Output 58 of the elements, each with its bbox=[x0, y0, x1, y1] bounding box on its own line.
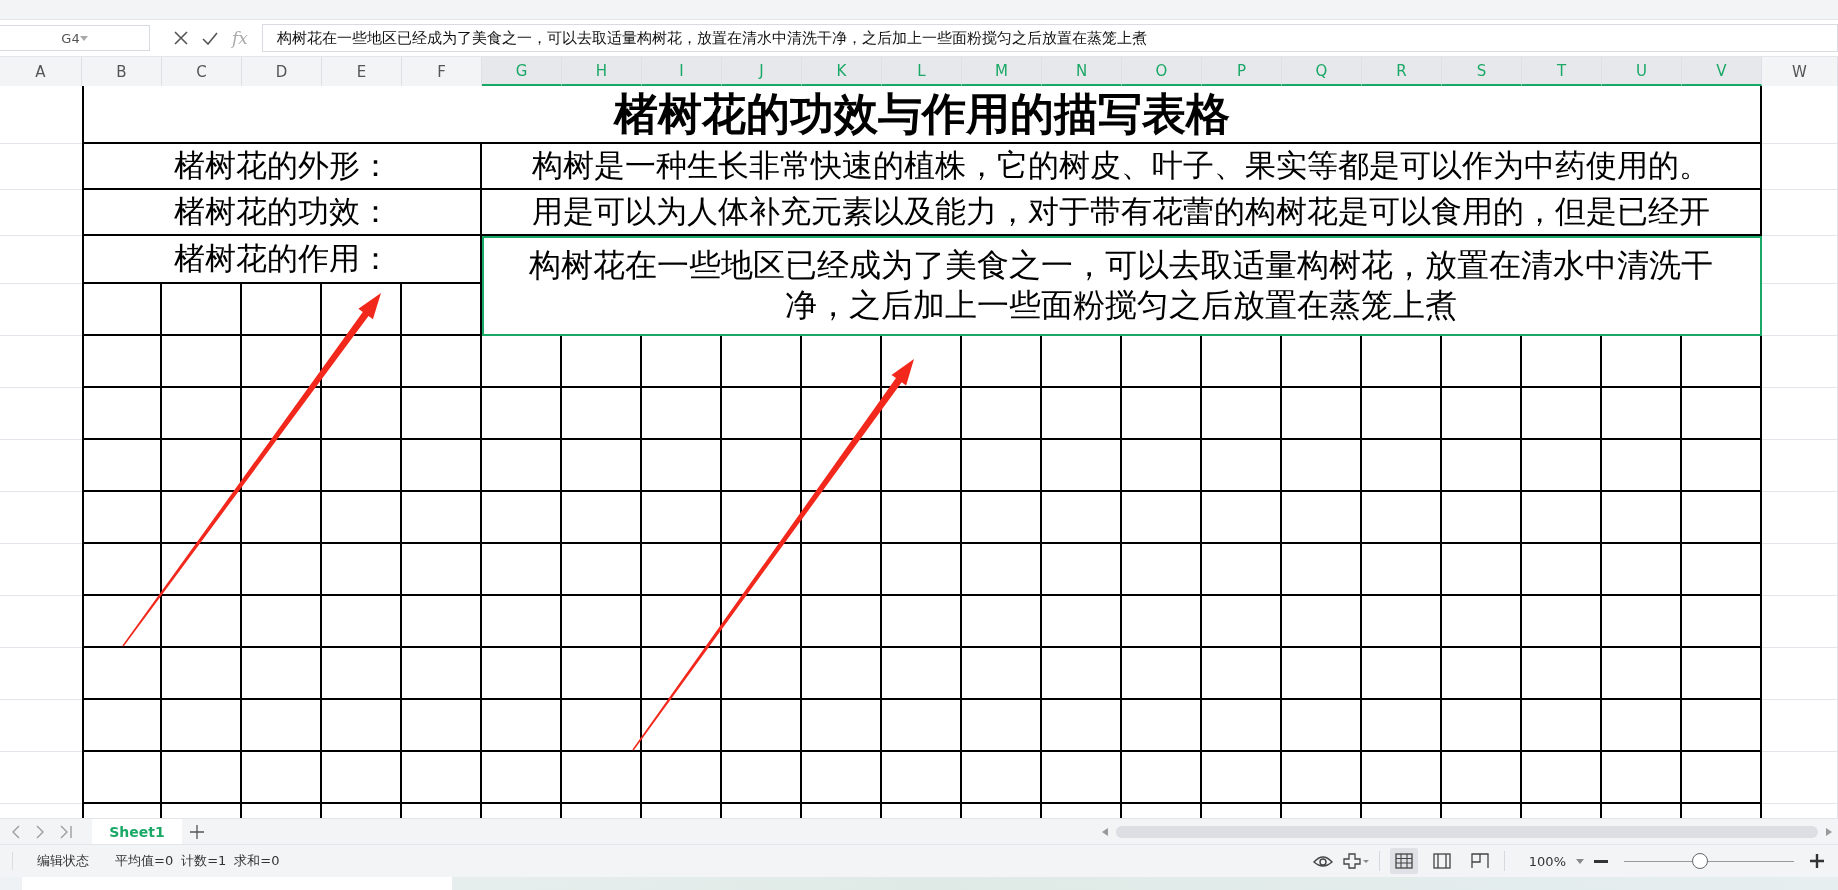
sheet-title: 楮树花的功效与作用的描写表格 bbox=[82, 86, 1762, 144]
previous-icon[interactable] bbox=[12, 824, 20, 839]
view-mode-button[interactable] bbox=[1389, 848, 1418, 874]
check-icon[interactable] bbox=[202, 31, 218, 45]
column-header[interactable]: P bbox=[1202, 57, 1282, 86]
sheet-tab[interactable]: Sheet1 bbox=[92, 819, 182, 844]
status-stat: 平均值=0 bbox=[115, 852, 174, 870]
caret-icon[interactable] bbox=[1576, 858, 1584, 864]
zoom-in-icon[interactable] bbox=[1810, 854, 1824, 868]
column-header[interactable]: A bbox=[0, 57, 82, 86]
column-header[interactable]: S bbox=[1442, 57, 1522, 86]
status-stat: 计数=1 bbox=[181, 852, 227, 870]
column-header[interactable]: K bbox=[802, 57, 882, 86]
eye-icon[interactable] bbox=[1312, 854, 1333, 868]
caret-icon bbox=[79, 35, 88, 41]
columns-icon bbox=[1432, 853, 1451, 869]
close-icon[interactable] bbox=[174, 31, 188, 45]
column-header[interactable]: M bbox=[962, 57, 1042, 86]
column-header[interactable]: B bbox=[82, 57, 162, 86]
zoom-level[interactable]: 100% bbox=[1528, 853, 1566, 869]
column-header[interactable]: W bbox=[1762, 57, 1838, 86]
column-header[interactable]: C bbox=[162, 57, 242, 86]
left-icon[interactable] bbox=[1102, 827, 1108, 836]
status-mode: 编辑状态 bbox=[12, 852, 89, 870]
column-header[interactable]: D bbox=[242, 57, 322, 86]
cross-grid-icon[interactable] bbox=[1342, 853, 1369, 869]
row-label: 楮树花的作用： bbox=[82, 236, 482, 284]
zoom-out-icon[interactable] bbox=[1594, 859, 1608, 863]
cell-text: 用是可以为人体补充元素以及能力，对于带有花蕾的构树花是可以食用的，但是已经开 bbox=[482, 190, 1762, 236]
grid-icon bbox=[1394, 853, 1413, 869]
last-icon[interactable] bbox=[60, 824, 72, 839]
column-header[interactable]: Q bbox=[1282, 57, 1362, 86]
column-header[interactable]: O bbox=[1122, 57, 1202, 86]
function-button[interactable]: fx bbox=[232, 28, 248, 48]
column-header[interactable]: E bbox=[322, 57, 402, 86]
layout-icon bbox=[1470, 853, 1489, 869]
cell-text: 构树花在一些地区已经成为了美食之一，可以去取适量构树花，放置在清水中清洗干净，之后加上一些面粉搅匀之后放置在蒸笼上煮 bbox=[482, 236, 1762, 336]
column-header[interactable]: G bbox=[482, 57, 562, 86]
slider-thumb[interactable] bbox=[1691, 853, 1708, 869]
status-stat: 求和=0 bbox=[234, 852, 280, 870]
add-icon[interactable] bbox=[190, 824, 204, 839]
column-header[interactable]: N bbox=[1042, 57, 1122, 86]
column-header[interactable]: T bbox=[1522, 57, 1602, 86]
column-header[interactable]: V bbox=[1682, 57, 1762, 86]
right-icon[interactable] bbox=[1826, 827, 1832, 836]
row-label: 楮树花的功效： bbox=[82, 190, 482, 236]
cell-text: 构树是一种生长非常快速的植株，它的树皮、叶子、果实等都是可以作为中药使用的。 bbox=[482, 144, 1762, 190]
column-header[interactable]: L bbox=[882, 57, 962, 86]
taskbar-search-field[interactable] bbox=[22, 877, 452, 890]
column-header[interactable]: U bbox=[1602, 57, 1682, 86]
row-label: 楮树花的外形： bbox=[82, 144, 482, 190]
column-header[interactable]: R bbox=[1362, 57, 1442, 86]
column-header[interactable]: J bbox=[722, 57, 802, 86]
column-header[interactable]: I bbox=[642, 57, 722, 86]
column-header[interactable]: H bbox=[562, 57, 642, 86]
name-box[interactable]: G4 bbox=[0, 25, 150, 51]
formula-field[interactable]: 构树花在一些地区已经成为了美食之一，可以去取适量构树花，放置在清水中清洗干净，之后加上一些面粉搅匀之后放置在蒸笼上煮 bbox=[261, 24, 1838, 52]
next-icon[interactable] bbox=[36, 824, 44, 839]
